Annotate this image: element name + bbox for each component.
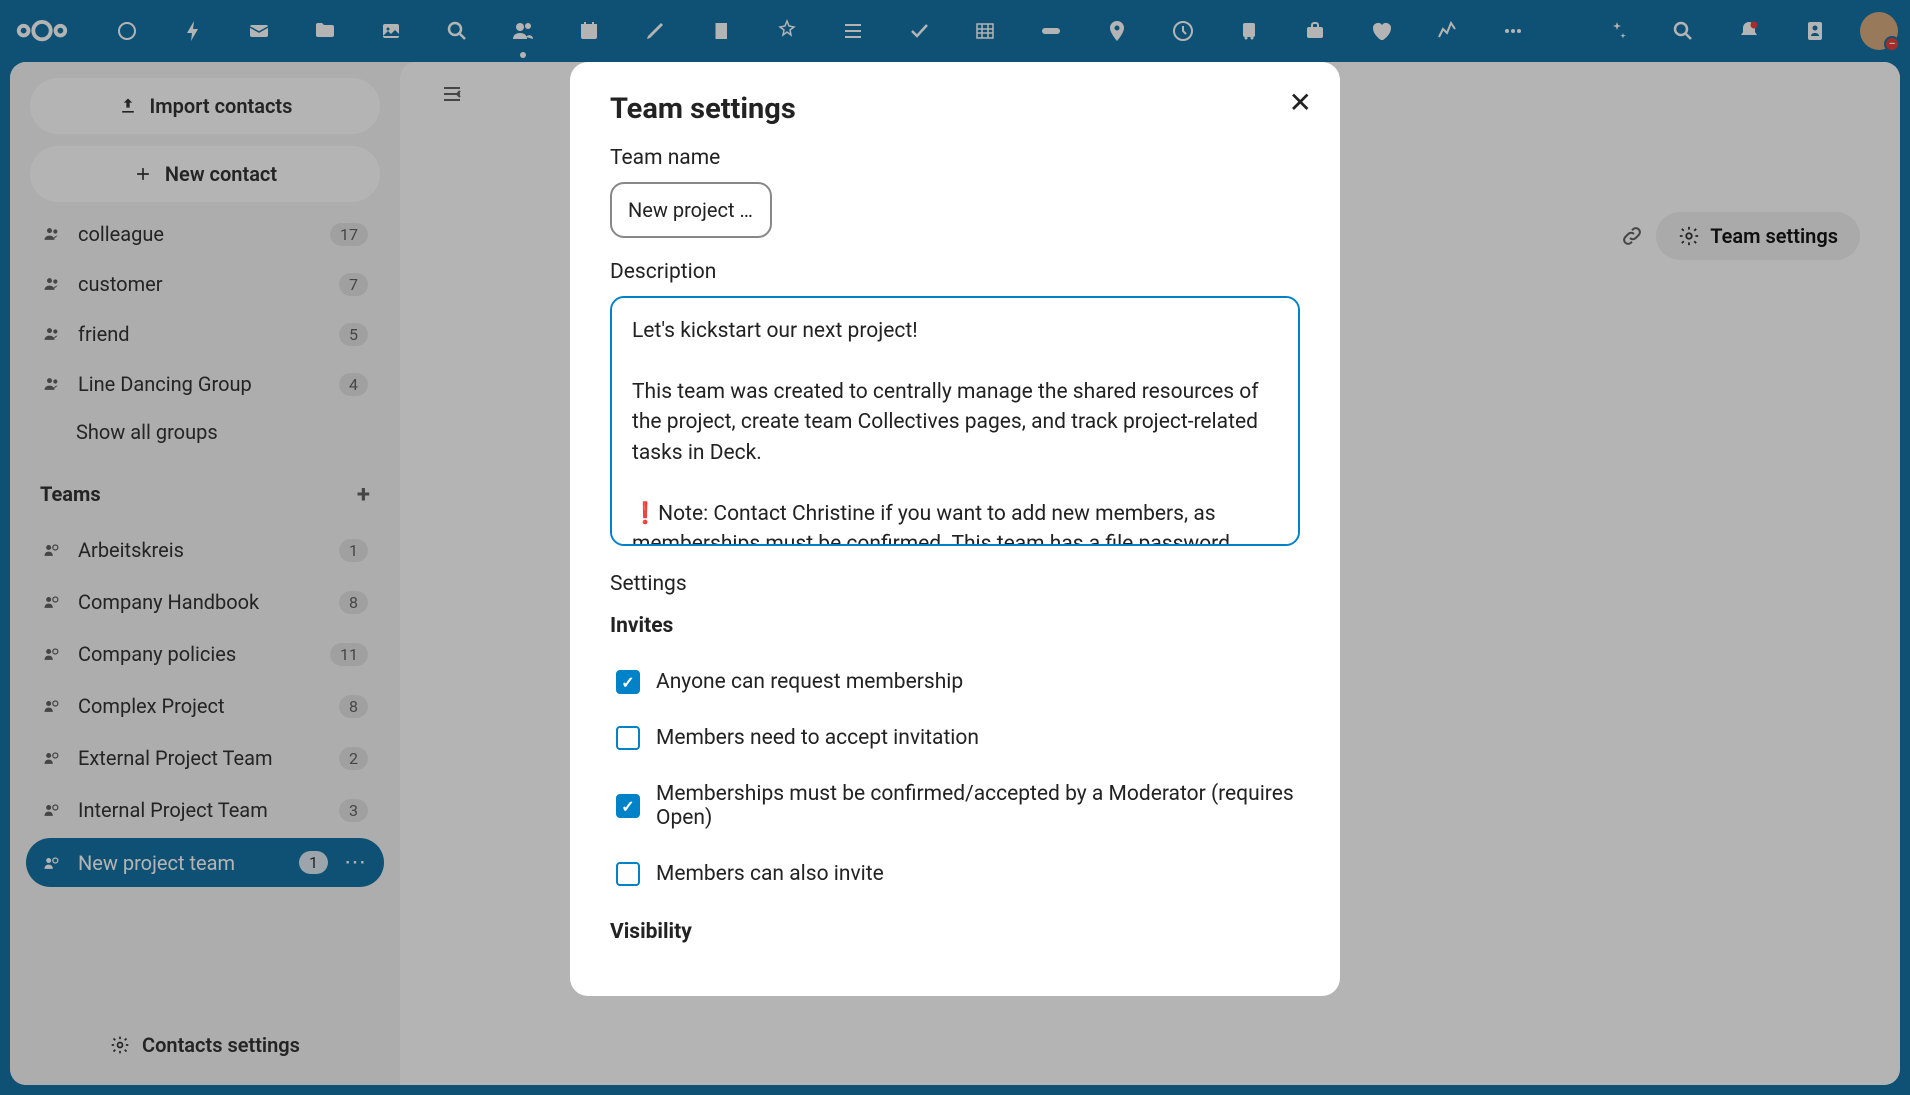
team-name-label: Team name — [610, 146, 1300, 170]
modal-close-button[interactable]: ✕ — [1289, 86, 1312, 119]
team-settings-modal: Team settings ✕ Team name New project … … — [570, 62, 1340, 996]
checkbox-row-moderator-confirm[interactable]: Memberships must be confirmed/accepted b… — [610, 766, 1300, 846]
checkbox-label: Members can also invite — [656, 862, 884, 886]
checkbox[interactable] — [616, 794, 640, 818]
checkbox[interactable] — [616, 670, 640, 694]
team-name-input[interactable]: New project … — [610, 182, 772, 238]
visibility-section-label: Visibility — [610, 920, 1300, 944]
settings-label: Settings — [610, 572, 1300, 596]
checkbox-label: Memberships must be confirmed/accepted b… — [656, 782, 1294, 830]
checkbox-label: Members need to accept invitation — [656, 726, 979, 750]
checkbox[interactable] — [616, 862, 640, 886]
checkbox-row-accept-invite[interactable]: Members need to accept invitation — [610, 710, 1300, 766]
description-label: Description — [610, 260, 1300, 284]
description-textarea[interactable] — [610, 296, 1300, 546]
checkbox-row-anyone-request[interactable]: Anyone can request membership — [610, 654, 1300, 710]
modal-title: Team settings — [610, 92, 1300, 126]
checkbox[interactable] — [616, 726, 640, 750]
modal-overlay[interactable]: Team settings ✕ Team name New project … … — [0, 0, 1910, 1095]
invites-section-label: Invites — [610, 614, 1300, 638]
checkbox-label: Anyone can request membership — [656, 670, 963, 694]
checkbox-row-members-invite[interactable]: Members can also invite — [610, 846, 1300, 902]
